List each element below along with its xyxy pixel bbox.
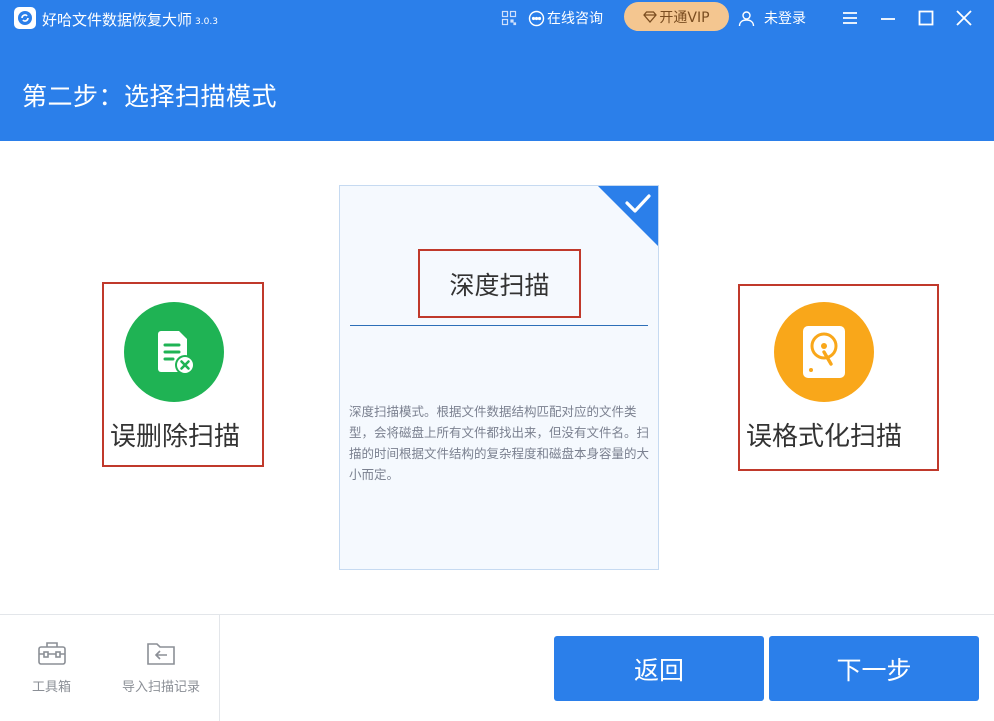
deep-scan-option[interactable]: 深度扫描 深度扫描模式。根据文件数据结构匹配对应的文件类型，会将磁盘上所有文件都… <box>339 185 659 570</box>
diamond-icon <box>643 10 658 23</box>
deep-scan-description: 深度扫描模式。根据文件数据结构匹配对应的文件类型，会将磁盘上所有文件都找出来，但… <box>349 404 650 482</box>
deep-scan-title: 深度扫描 <box>418 249 581 318</box>
toolbox-button[interactable]: 工具箱 <box>32 640 71 695</box>
vip-label: 开通VIP <box>659 9 710 26</box>
deleted-scan-option[interactable]: 误删除扫描 <box>102 282 264 467</box>
app-version: 3.0.3 <box>195 17 218 27</box>
checkmark-icon <box>625 194 651 213</box>
qr-code-icon[interactable] <box>501 0 517 36</box>
hard-disk-icon <box>774 302 874 402</box>
title-bar: 好哈文件数据恢复大师 3.0.3 在线咨询 开通VIP 未登录 <box>0 0 994 36</box>
import-scan-record-label: 导入扫描记录 <box>122 680 201 695</box>
online-consult-button[interactable]: 在线咨询 <box>528 0 603 36</box>
deleted-scan-label: 误删除扫描 <box>110 422 241 452</box>
minimize-icon[interactable] <box>876 6 900 30</box>
step-header: 第二步：选择扫描模式 <box>0 36 994 141</box>
toolbox-icon <box>37 642 66 665</box>
app-logo <box>14 7 36 29</box>
next-step-button[interactable]: 下一步 <box>769 636 979 701</box>
close-icon[interactable] <box>952 6 976 30</box>
user-icon <box>738 10 755 26</box>
folder-import-icon <box>147 643 175 665</box>
import-scan-record-button[interactable]: 导入扫描记录 <box>122 640 200 695</box>
divider <box>350 325 648 326</box>
footer-vertical-divider <box>219 615 220 721</box>
format-scan-option[interactable]: 误格式化扫描 <box>738 284 939 471</box>
vip-button[interactable]: 开通VIP <box>624 2 729 31</box>
online-consult-label: 在线咨询 <box>547 11 603 27</box>
format-scan-label: 误格式化扫描 <box>746 422 903 452</box>
page-title: 第二步：选择扫描模式 <box>22 82 278 111</box>
maximize-icon[interactable] <box>914 6 938 30</box>
back-button[interactable]: 返回 <box>554 636 764 701</box>
menu-icon[interactable] <box>838 6 862 30</box>
app-name: 好哈文件数据恢复大师 <box>42 11 193 29</box>
toolbox-label: 工具箱 <box>32 680 72 695</box>
login-button[interactable]: 未登录 <box>738 0 806 36</box>
app-title: 好哈文件数据恢复大师 3.0.3 <box>42 9 218 30</box>
chat-icon <box>528 10 545 26</box>
file-delete-icon <box>124 302 224 402</box>
login-label: 未登录 <box>764 11 806 27</box>
footer-divider <box>0 614 994 615</box>
